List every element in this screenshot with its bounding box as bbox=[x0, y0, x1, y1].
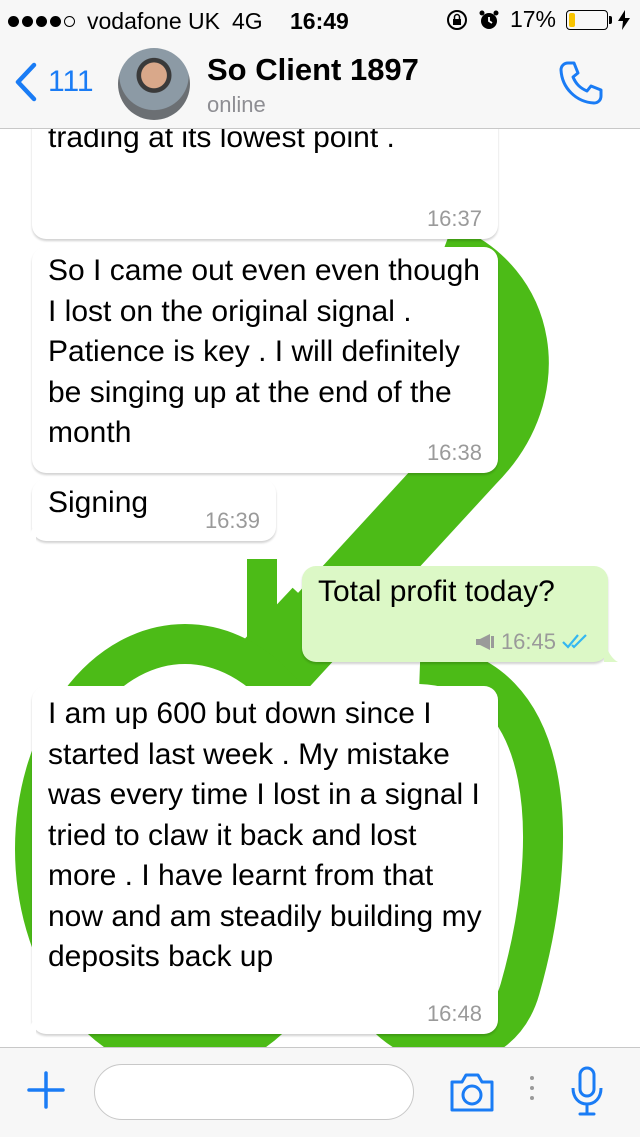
message-bubble-outgoing[interactable]: Total profit today? 16:45 bbox=[302, 566, 618, 662]
chevron-left-icon bbox=[15, 62, 37, 102]
rotation-lock-icon bbox=[446, 9, 467, 30]
message-time: 16:45 bbox=[500, 629, 556, 654]
message-time: 16:48 bbox=[426, 1001, 482, 1026]
bubble-tail bbox=[22, 1014, 36, 1034]
conversation[interactable]: up I then pulled a load back by trading … bbox=[0, 129, 640, 1047]
composer-bar bbox=[0, 1047, 640, 1137]
bubble-tail bbox=[604, 642, 618, 662]
charging-bolt-icon bbox=[618, 9, 630, 30]
contact-status: online bbox=[207, 92, 266, 117]
battery-percent: 17% bbox=[509, 6, 556, 32]
back-unread-count: 111 bbox=[48, 65, 94, 98]
signal-strength-icon bbox=[8, 16, 75, 27]
status-bar: vodafone UK 4G 16:49 17% bbox=[0, 0, 640, 40]
message-bubble-incoming[interactable]: Signing 16:39 bbox=[22, 479, 276, 541]
message-time: 16:39 bbox=[204, 508, 260, 533]
message-time: 16:37 bbox=[426, 206, 482, 231]
message-text: I am up 600 but down since I started las… bbox=[48, 697, 482, 973]
bubble-tail bbox=[22, 521, 36, 541]
double-check-icon bbox=[562, 634, 587, 649]
network-label: 4G bbox=[231, 8, 263, 34]
message-text: up I then pulled a load back by trading … bbox=[48, 129, 395, 154]
camera-icon[interactable] bbox=[448, 1070, 496, 1114]
back-button[interactable]: 111 bbox=[14, 62, 94, 102]
message-input[interactable] bbox=[94, 1064, 414, 1120]
message-text: Total profit today? bbox=[318, 575, 555, 608]
message-bubble-incoming[interactable]: I am up 600 but down since I started las… bbox=[22, 686, 498, 1034]
phone-icon[interactable] bbox=[556, 58, 606, 108]
battery-icon bbox=[566, 9, 612, 30]
plus-icon[interactable] bbox=[26, 1070, 66, 1110]
alarm-clock-icon bbox=[479, 10, 499, 29]
chat-header: 111 So Client 1897 online bbox=[0, 40, 640, 129]
carrier-label: vodafone UK bbox=[87, 8, 220, 34]
microphone-icon[interactable] bbox=[570, 1066, 604, 1118]
message-bubble-incoming[interactable]: So I came out even even though I lost on… bbox=[32, 247, 498, 473]
message-text: So I came out even even though I lost on… bbox=[48, 254, 480, 449]
message-bubble-incoming[interactable]: up I then pulled a load back by trading … bbox=[32, 129, 498, 239]
status-bar-right: 17% bbox=[446, 6, 630, 33]
avatar[interactable] bbox=[118, 48, 190, 120]
message-time: 16:38 bbox=[426, 440, 482, 465]
status-time: 16:49 bbox=[290, 8, 349, 34]
status-bar-left: vodafone UK 4G bbox=[8, 8, 263, 35]
more-options-icon bbox=[530, 1076, 534, 1100]
megaphone-icon bbox=[475, 634, 494, 650]
contact-name[interactable]: So Client 1897 bbox=[207, 52, 419, 88]
message-meta: 16:45 bbox=[475, 630, 590, 654]
